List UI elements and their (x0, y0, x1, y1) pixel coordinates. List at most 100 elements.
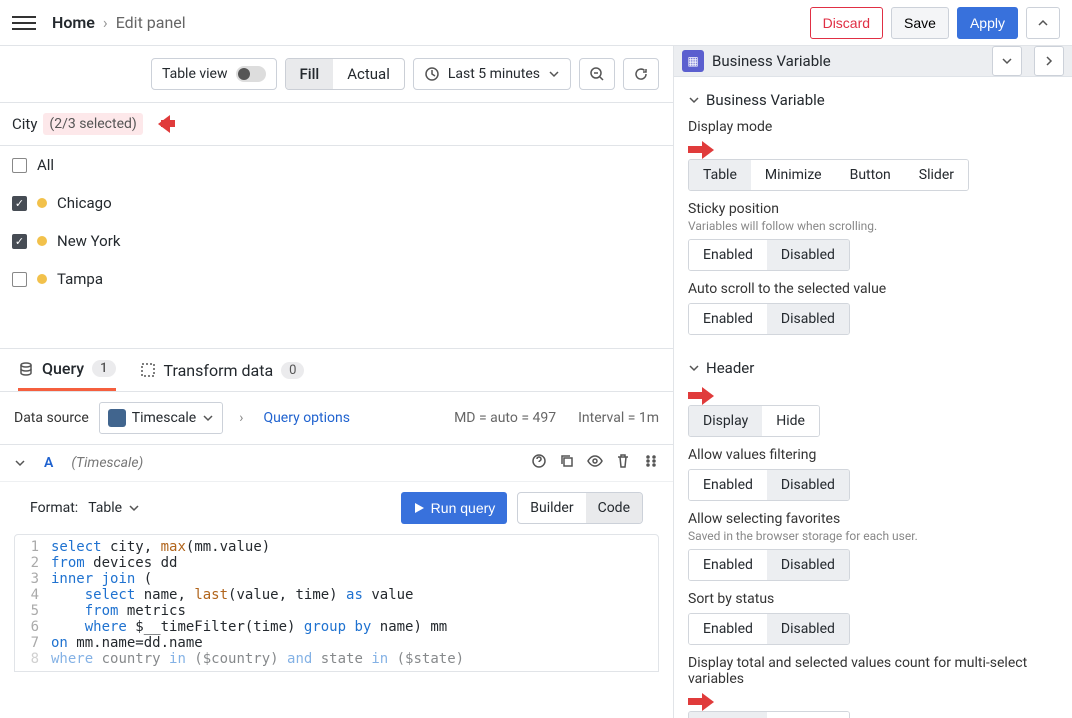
query-ds-name: (Timescale) (71, 455, 143, 471)
city-title: City (12, 115, 37, 133)
city-row-all[interactable]: All (0, 146, 673, 184)
checkbox-icon[interactable] (12, 158, 27, 173)
display-mode-minimize[interactable]: Minimize (751, 160, 836, 190)
collapse-button[interactable] (1026, 7, 1060, 39)
help-icon[interactable] (531, 453, 547, 473)
tab-query[interactable]: Query 1 (18, 359, 116, 391)
filter-enabled[interactable]: Enabled (689, 470, 767, 500)
checkbox-icon[interactable]: ✓ (12, 234, 27, 249)
sticky-disabled[interactable]: Disabled (767, 240, 849, 270)
callout-arrow-icon (149, 115, 175, 133)
header-display-group: Display Hide (688, 405, 820, 437)
fav-enabled[interactable]: Enabled (689, 550, 767, 580)
save-button[interactable]: Save (891, 7, 949, 39)
autoscroll-enabled[interactable]: Enabled (689, 304, 767, 334)
city-label: Tampa (57, 270, 103, 288)
data-source-label: Data source (14, 410, 89, 426)
discard-button[interactable]: Discard (810, 7, 883, 39)
sql-editor[interactable]: 1select city, max(mm.value) 2from device… (14, 534, 659, 672)
total-enabled[interactable]: Enabled (689, 712, 767, 718)
status-dot-icon (37, 198, 47, 208)
header-hide[interactable]: Hide (762, 406, 819, 436)
chevron-down-icon (128, 502, 140, 514)
breadcrumb-home[interactable]: Home (52, 13, 95, 32)
chevron-down-icon (548, 68, 560, 80)
section-business-variable: Business Variable Display mode Table Min… (674, 77, 1072, 335)
time-range-label: Last 5 minutes (448, 66, 540, 82)
viz-icon: ▦ (682, 50, 704, 72)
chevron-down-button[interactable] (992, 46, 1022, 76)
tab-transform[interactable]: Transform data 0 (140, 359, 305, 391)
fav-sub: Saved in the browser storage for each us… (688, 529, 1058, 543)
database-icon (18, 361, 34, 377)
copy-icon[interactable] (559, 453, 575, 473)
city-selected-count: (2/3 selected) (43, 113, 142, 135)
actual-option[interactable]: Actual (333, 59, 404, 89)
topbar: Home › Edit panel Discard Save Apply (0, 0, 1072, 46)
chevron-down-icon[interactable] (14, 457, 26, 469)
fav-group: Enabled Disabled (688, 549, 850, 581)
query-tabs: Query 1 Transform data 0 (0, 349, 673, 392)
total-disabled[interactable]: Disabled (767, 712, 849, 718)
clock-icon (424, 66, 440, 82)
builder-code-toggle: Builder Code (517, 492, 643, 524)
total-group: Enabled Disabled (688, 711, 850, 718)
play-icon (413, 502, 425, 514)
run-query-button[interactable]: Run query (401, 492, 508, 524)
display-mode-table[interactable]: Table (689, 160, 751, 190)
zoom-out-button[interactable] (579, 58, 615, 90)
chevron-right-button[interactable] (1034, 46, 1064, 76)
sticky-enabled[interactable]: Enabled (689, 240, 767, 270)
query-letter[interactable]: A (38, 455, 59, 471)
display-mode-button[interactable]: Button (836, 160, 905, 190)
tab-query-count: 1 (92, 360, 115, 377)
trash-icon[interactable] (615, 453, 631, 473)
fav-disabled[interactable]: Disabled (767, 550, 849, 580)
sticky-label: Sticky position (688, 201, 1058, 217)
query-instance-row: A (Timescale) (0, 445, 673, 482)
display-mode-group: Table Minimize Button Slider (688, 159, 969, 191)
filter-group: Enabled Disabled (688, 469, 850, 501)
options-sidebar: ▦ Business Variable Business Variable Di… (674, 46, 1072, 718)
refresh-button[interactable] (623, 58, 659, 90)
section-bv-header[interactable]: Business Variable (688, 91, 1058, 109)
drag-handle-icon[interactable] (643, 453, 659, 473)
city-row[interactable]: ✓ New York (0, 222, 673, 260)
sort-group: Enabled Disabled (688, 613, 850, 645)
filter-label: Allow values filtering (688, 447, 1058, 463)
code-option[interactable]: Code (586, 493, 642, 523)
section-header-title[interactable]: Header (688, 359, 1058, 377)
query-options-link[interactable]: Query options (263, 410, 350, 426)
data-source-select[interactable]: Timescale (99, 402, 223, 434)
switch-icon[interactable] (236, 66, 266, 82)
sort-disabled[interactable]: Disabled (767, 614, 849, 644)
format-select[interactable]: Table (88, 500, 140, 516)
autoscroll-disabled[interactable]: Disabled (767, 304, 849, 334)
apply-button[interactable]: Apply (957, 7, 1018, 39)
time-range-button[interactable]: Last 5 minutes (413, 58, 571, 90)
sticky-sub: Variables will follow when scrolling. (688, 219, 1058, 233)
city-row[interactable]: ✓ Chicago (0, 184, 673, 222)
city-label: All (37, 156, 54, 174)
query-area: Query 1 Transform data 0 Data source Tim… (0, 348, 673, 718)
fill-actual-toggle: Fill Actual (285, 58, 405, 90)
sticky-group: Enabled Disabled (688, 239, 850, 271)
chevron-down-icon (688, 94, 700, 106)
eye-icon[interactable] (587, 453, 603, 473)
city-row[interactable]: Tampa (0, 260, 673, 298)
fill-option[interactable]: Fill (286, 59, 334, 89)
table-view-label: Table view (162, 66, 228, 82)
checkbox-icon[interactable] (12, 272, 27, 287)
display-mode-slider[interactable]: Slider (905, 160, 968, 190)
data-source-name: Timescale (132, 410, 196, 426)
header-display[interactable]: Display (689, 406, 762, 436)
viz-title[interactable]: Business Variable (712, 52, 980, 70)
filter-disabled[interactable]: Disabled (767, 470, 849, 500)
checkbox-icon[interactable]: ✓ (12, 196, 27, 211)
sort-enabled[interactable]: Enabled (689, 614, 767, 644)
menu-icon[interactable] (12, 11, 36, 35)
builder-option[interactable]: Builder (518, 493, 585, 523)
table-view-toggle[interactable]: Table view (151, 58, 277, 90)
sort-label: Sort by status (688, 591, 1058, 607)
transform-icon (140, 362, 156, 378)
